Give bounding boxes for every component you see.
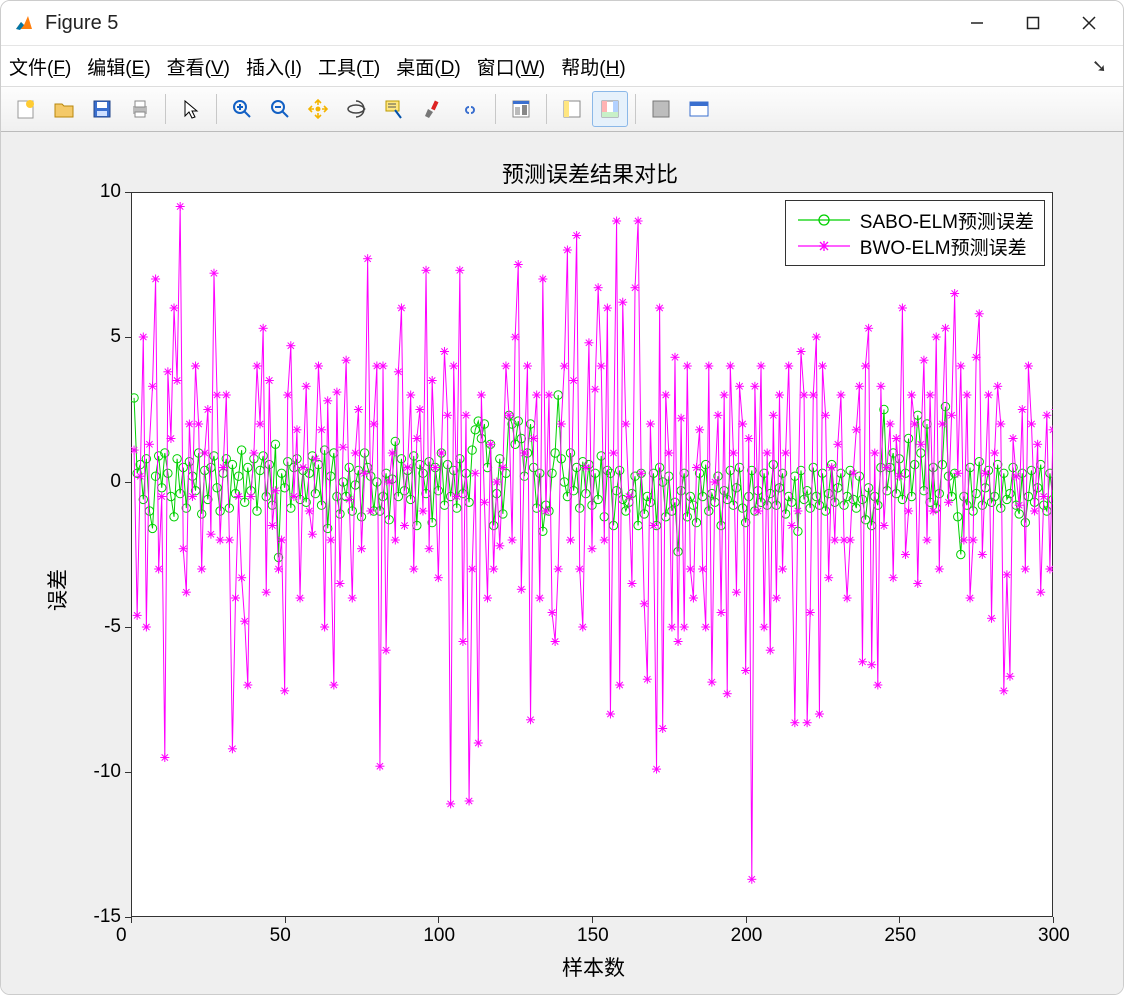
open-icon[interactable] [46,91,82,127]
link-icon[interactable] [452,91,488,127]
xtick-label: 50 [270,925,291,947]
xtick-label: 150 [577,925,609,947]
zoom-out-icon[interactable] [262,91,298,127]
xtick [746,917,747,923]
ytick-label: -10 [94,761,121,783]
ytick-label: 0 [110,471,121,493]
ytick [125,917,131,918]
toolbar [1,87,1123,132]
print-icon[interactable] [122,91,158,127]
insert-colorbar-icon[interactable] [503,91,539,127]
menu-view[interactable]: 查看(V) [167,53,230,80]
menu-tools[interactable]: 工具(T) [318,53,380,80]
xtick [899,917,900,923]
window-title: Figure 5 [45,12,949,35]
xtick-label: 250 [884,925,916,947]
xtick-label: 100 [423,925,455,947]
toolbar-separator [165,94,166,124]
xtick-label: 300 [1038,925,1070,947]
matlab-app-icon [13,12,35,34]
ytick-label: 10 [100,181,121,203]
series-BWO-ELM预测误差 [130,202,1064,884]
save-icon[interactable] [84,91,120,127]
zoom-in-icon[interactable] [224,91,260,127]
hide-plot-tools-icon[interactable] [554,91,590,127]
legend-label: SABO-ELM预测误差 [860,207,1034,234]
ytick [125,337,131,338]
ytick [125,772,131,773]
ytick-label: -5 [104,616,121,638]
property-editor-icon[interactable] [681,91,717,127]
menu-help[interactable]: 帮助(H) [561,53,625,80]
menu-desktop[interactable]: 桌面(D) [396,53,460,80]
toolbar-separator [216,94,217,124]
axes-canvas[interactable]: 0 50 100 150 200 250 300 -15 -10 -5 0 5 10 预测误差结果对比样本… [1,132,1123,994]
annotation-icon[interactable] [643,91,679,127]
maximize-button[interactable] [1005,3,1061,43]
menu-file[interactable]: 文件(F) [9,53,71,80]
y-axis-label: 误差 [42,569,72,611]
ytick-label: -15 [94,906,121,928]
menubar: 文件(F) 编辑(E) 查看(V) 插入(I) 工具(T) 桌面(D) 窗口(W… [1,46,1123,87]
dock-arrow-icon[interactable]: ➘ [1092,56,1107,77]
figure-window: Figure 5 文件(F) 编辑(E) 查看(V) 插入(I) 工具(T) 桌… [0,0,1124,995]
legend-entry: SABO-ELM预测误差 [796,207,1034,233]
xtick [131,917,132,923]
show-plot-tools-icon[interactable] [592,91,628,127]
rotate3d-icon[interactable] [338,91,374,127]
xtick [592,917,593,923]
legend-entry: BWO-ELM预测误差 [796,233,1034,259]
close-button[interactable] [1061,3,1117,43]
pointer-icon[interactable] [173,91,209,127]
series-SABO-ELM预测误差 [130,391,1060,562]
brush-icon[interactable] [414,91,450,127]
pan-icon[interactable] [300,91,336,127]
titlebar: Figure 5 [1,1,1123,46]
xtick-label: 200 [731,925,763,947]
legend-swatch [796,210,852,230]
minimize-button[interactable] [949,3,1005,43]
xtick-label: 0 [116,925,127,947]
data-cursor-icon[interactable] [376,91,412,127]
ytick-label: 5 [110,326,121,348]
ytick [125,192,131,193]
menu-edit[interactable]: 编辑(E) [87,53,150,80]
menu-window[interactable]: 窗口(W) [477,53,546,80]
xtick [438,917,439,923]
chart-title: 预测误差结果对比 [502,157,678,189]
new-figure-icon[interactable] [8,91,44,127]
window-controls [949,3,1117,43]
legend[interactable]: SABO-ELM预测误差BWO-ELM预测误差 [785,200,1045,266]
menu-insert[interactable]: 插入(I) [246,53,302,80]
xtick [1053,917,1054,923]
x-axis-label: 样本数 [562,952,625,982]
ytick [125,627,131,628]
legend-swatch [796,236,852,256]
toolbar-separator [546,94,547,124]
toolbar-separator [635,94,636,124]
toolbar-separator [495,94,496,124]
ytick [125,482,131,483]
legend-label: BWO-ELM预测误差 [860,233,1027,260]
xtick [285,917,286,923]
